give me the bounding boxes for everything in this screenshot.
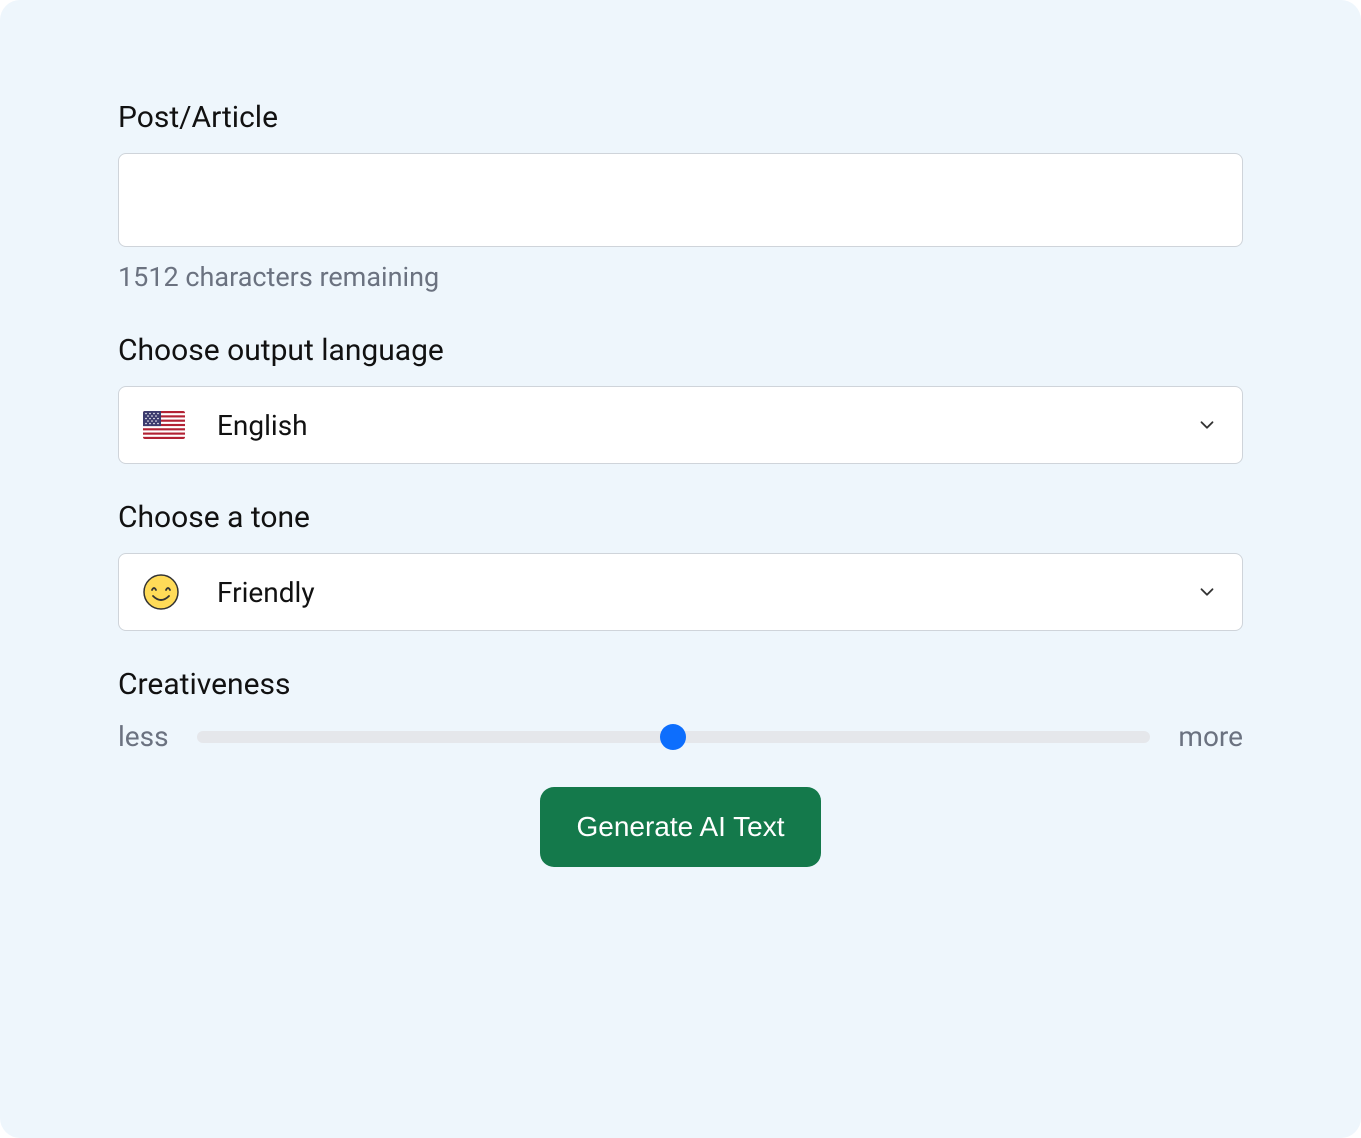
smile-emoji-icon <box>143 574 185 610</box>
tone-label: Choose a tone <box>118 500 1243 535</box>
language-selected-value: English <box>217 409 1196 442</box>
creativeness-label: Creativeness <box>118 667 1243 702</box>
us-flag-icon <box>143 411 185 439</box>
tone-selected-value: Friendly <box>217 576 1196 609</box>
post-article-section: Post/Article 1512 characters remaining <box>118 100 1243 293</box>
post-article-input[interactable] <box>118 153 1243 247</box>
generate-button[interactable]: Generate AI Text <box>540 787 820 867</box>
language-select[interactable]: English <box>118 386 1243 464</box>
slider-thumb[interactable] <box>660 724 686 750</box>
slider-max-label: more <box>1178 720 1243 753</box>
language-label: Choose output language <box>118 333 1243 368</box>
form-container: Post/Article 1512 characters remaining C… <box>0 0 1361 1138</box>
tone-section: Choose a tone Friendly <box>118 500 1243 631</box>
slider-min-label: less <box>118 720 169 753</box>
creativeness-slider[interactable] <box>197 725 1151 749</box>
language-section: Choose output language <box>118 333 1243 464</box>
post-article-label: Post/Article <box>118 100 1243 135</box>
tone-select[interactable]: Friendly <box>118 553 1243 631</box>
chevron-down-icon <box>1196 581 1218 603</box>
creativeness-section: Creativeness less more <box>118 667 1243 753</box>
characters-remaining: 1512 characters remaining <box>118 261 1243 293</box>
chevron-down-icon <box>1196 414 1218 436</box>
